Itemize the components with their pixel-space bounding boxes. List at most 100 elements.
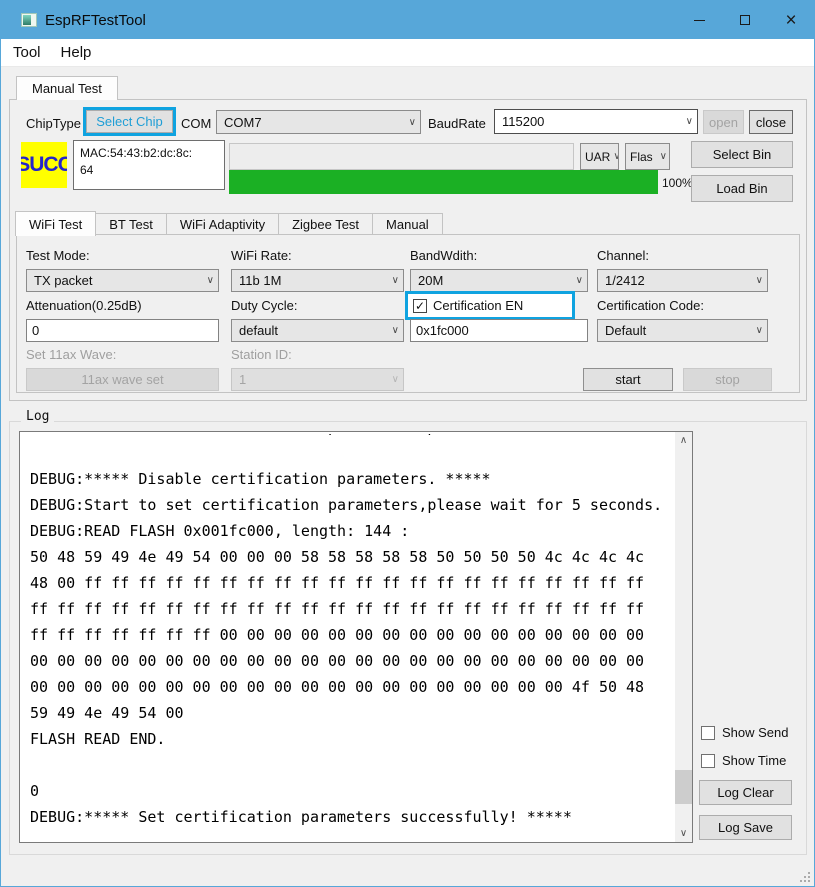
- scroll-up-icon[interactable]: ∧: [675, 432, 692, 449]
- test-mode-value: TX packet: [34, 273, 93, 288]
- log-line: DEBUG:***** Set certification parameters…: [30, 804, 673, 830]
- menubar: Tool Help: [1, 39, 814, 67]
- log-line: ff ff ff ff ff ff ff ff ff ff ff ff ff f…: [30, 596, 673, 622]
- bin-path-field[interactable]: [229, 143, 574, 170]
- com-select[interactable]: COM7 ∨: [216, 110, 421, 134]
- minimize-icon: [694, 20, 705, 21]
- uart-select[interactable]: UAR ∨: [580, 143, 619, 170]
- attenuation-label: Attenuation(0.25dB): [26, 298, 142, 313]
- tab-manual-test[interactable]: Manual Test: [16, 76, 118, 100]
- certification-addr-input[interactable]: 0x1fc000: [410, 319, 588, 342]
- certification-en-highlight: ✓ Certification EN: [405, 291, 575, 320]
- scrollbar-thumb[interactable]: [675, 770, 692, 804]
- tab-manual[interactable]: Manual: [372, 213, 443, 235]
- station-id-select[interactable]: 1 ∨: [231, 368, 404, 391]
- menu-tool[interactable]: Tool: [1, 44, 51, 61]
- test-mode-label: Test Mode:: [26, 248, 90, 263]
- log-group-label: Log: [21, 409, 54, 424]
- chevron-down-icon: ∨: [392, 325, 399, 336]
- show-send-checkbox[interactable]: [701, 726, 715, 740]
- mac-address-box: MAC:54:43:b2:dc:8c: 64: [73, 140, 225, 190]
- chevron-down-icon: ∨: [613, 151, 619, 162]
- log-scrollbar[interactable]: ∧ ∨: [675, 432, 692, 842]
- close-button[interactable]: ×: [768, 1, 814, 39]
- window-controls: ×: [676, 1, 814, 39]
- log-line: 50 48 59 49 4e 49 54 00 00 00 58 58 58 5…: [30, 544, 673, 570]
- chevron-down-icon: ∨: [409, 117, 416, 128]
- certification-code-value: Default: [605, 323, 646, 338]
- log-line: 00 00 00 00 00 00 00 00 00 00 00 00 00 0…: [30, 674, 673, 700]
- log-line: [30, 752, 673, 778]
- log-clear-button[interactable]: Log Clear: [699, 780, 792, 805]
- log-line: DEBUG:READ FLASH 0x001fc000, length: 144…: [30, 518, 673, 544]
- com-label: COM: [181, 116, 211, 131]
- duty-cycle-value: default: [239, 323, 278, 338]
- baudrate-select[interactable]: 115200 ∨: [494, 109, 698, 134]
- com-select-value: COM7: [224, 115, 262, 130]
- maximize-button[interactable]: [722, 1, 768, 39]
- uart-select-value: UAR: [585, 150, 610, 164]
- select-bin-button[interactable]: Select Bin: [691, 141, 793, 168]
- station-id-label: Station ID:: [231, 347, 292, 362]
- check-icon: ✓: [415, 299, 425, 313]
- load-bin-button[interactable]: Load Bin: [691, 175, 793, 202]
- start-button[interactable]: start: [583, 368, 673, 391]
- duty-cycle-label: Duty Cycle:: [231, 298, 297, 313]
- duty-cycle-select[interactable]: default ∨: [231, 319, 404, 342]
- log-line: DEBUG:Start to set certification paramet…: [30, 492, 673, 518]
- set-11ax-wave-label: Set 11ax Wave:: [26, 347, 116, 362]
- channel-select[interactable]: 1/2412 ∨: [597, 269, 768, 292]
- show-send-label: Show Send: [722, 725, 789, 740]
- bandwidth-select[interactable]: 20M ∨: [410, 269, 588, 292]
- log-line: FLASH READ END.: [30, 726, 673, 752]
- chevron-down-icon: ∨: [756, 275, 763, 286]
- chiptype-label: ChipType: [26, 116, 81, 131]
- chevron-down-icon: ∨: [686, 116, 693, 127]
- wifi-rate-select[interactable]: 11b 1M ∨: [231, 269, 404, 292]
- tab-wifi-adaptivity[interactable]: WiFi Adaptivity: [166, 213, 279, 235]
- close-icon: ×: [785, 11, 796, 30]
- tab-zigbee-test[interactable]: Zigbee Test: [278, 213, 373, 235]
- select-chip-button[interactable]: Select Chip: [86, 110, 173, 133]
- menu-help[interactable]: Help: [51, 44, 102, 61]
- open-button[interactable]: open: [703, 110, 744, 134]
- log-line: 48 00 ff ff ff ff ff ff ff ff ff ff ff f…: [30, 570, 673, 596]
- stop-button[interactable]: stop: [683, 368, 772, 391]
- baudrate-select-value: 115200: [502, 114, 544, 129]
- wifi-rate-value: 11b 1M: [239, 273, 281, 288]
- chevron-down-icon: ∨: [756, 325, 763, 336]
- show-send-row: Show Send: [701, 725, 789, 740]
- scroll-down-icon[interactable]: ∨: [675, 825, 692, 842]
- status-badge: SUCC: [21, 142, 67, 188]
- app-window: EspRFTestTool × Tool Help Manual Test Ch…: [0, 0, 815, 887]
- log-line: DEBUG:***** Disable certification parame…: [30, 466, 673, 492]
- certification-code-select[interactable]: Default ∨: [597, 319, 768, 342]
- log-line: [30, 440, 673, 466]
- log-line: 59 49 4e 49 54 00: [30, 700, 673, 726]
- certification-en-checkbox[interactable]: ✓: [413, 299, 427, 313]
- log-lines: DEBUG:***** Disable certification parame…: [30, 440, 673, 830]
- station-id-value: 1: [239, 372, 246, 387]
- tab-bt-test[interactable]: BT Test: [95, 213, 167, 235]
- channel-value: 1/2412: [605, 273, 645, 288]
- minimize-button[interactable]: [676, 1, 722, 39]
- test-mode-select[interactable]: TX packet ∨: [26, 269, 219, 292]
- chevron-down-icon: ∨: [392, 374, 399, 385]
- 11ax-wave-set-button[interactable]: 11ax wave set: [26, 368, 219, 391]
- flash-select[interactable]: Flas ∨: [625, 143, 670, 170]
- progress-bar: [229, 170, 658, 194]
- log-save-button[interactable]: Log Save: [699, 815, 792, 840]
- close-port-button[interactable]: close: [749, 110, 793, 134]
- log-content: DEBUG:Start to set certification paramet…: [20, 432, 675, 842]
- window-title: EspRFTestTool: [45, 12, 146, 29]
- show-time-checkbox[interactable]: [701, 754, 715, 768]
- resize-grip[interactable]: [800, 872, 810, 882]
- chevron-down-icon: ∨: [392, 275, 399, 286]
- tab-wifi-test[interactable]: WiFi Test: [15, 211, 96, 236]
- test-tabbar: WiFi Test BT Test WiFi Adaptivity Zigbee…: [16, 211, 443, 235]
- certification-en-label: Certification EN: [433, 298, 523, 313]
- log-line: 0: [30, 778, 673, 804]
- attenuation-input[interactable]: 0: [26, 319, 219, 342]
- log-textarea[interactable]: DEBUG:Start to set certification paramet…: [19, 431, 693, 843]
- chevron-down-icon: ∨: [660, 151, 667, 162]
